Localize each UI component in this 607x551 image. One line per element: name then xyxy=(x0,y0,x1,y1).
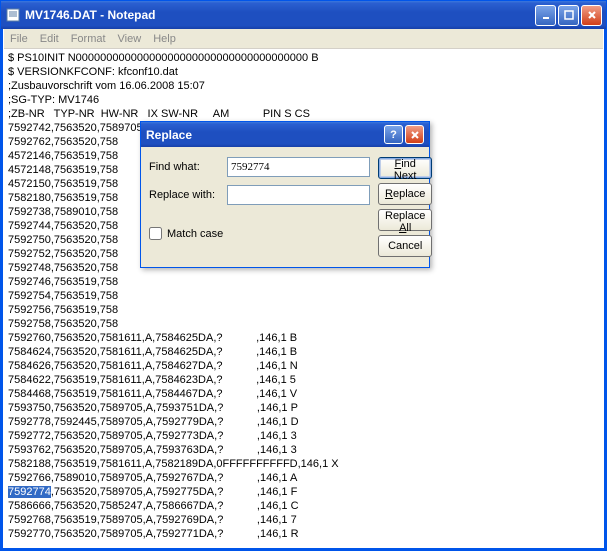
replace-label: Replace with: xyxy=(149,189,221,201)
replace-input[interactable] xyxy=(227,185,370,205)
replace-row: Replace with: xyxy=(149,185,370,205)
match-case-checkbox[interactable] xyxy=(149,227,162,240)
find-row: Find what: xyxy=(149,157,370,177)
find-label: Find what: xyxy=(149,161,221,173)
menu-help[interactable]: Help xyxy=(153,33,176,45)
dialog-controls: ? xyxy=(384,125,424,144)
window-titlebar: MV1746.DAT - Notepad xyxy=(1,1,606,29)
menubar: File Edit Format View Help xyxy=(4,29,603,49)
dialog-help-button[interactable]: ? xyxy=(384,125,403,144)
replace-all-button[interactable]: Replace All xyxy=(378,209,432,231)
dialog-left: Find what: Replace with: Match case xyxy=(149,157,370,257)
find-input[interactable] xyxy=(227,157,370,177)
replace-button[interactable]: Replace xyxy=(378,183,432,205)
match-case-label: Match case xyxy=(167,228,223,240)
menu-file[interactable]: File xyxy=(10,33,28,45)
minimize-button[interactable] xyxy=(535,5,556,26)
dialog-titlebar: Replace ? xyxy=(141,122,429,147)
dialog-body: Find what: Replace with: Match case Find… xyxy=(141,147,429,267)
find-next-button[interactable]: Find Next xyxy=(378,157,432,179)
close-button[interactable] xyxy=(581,5,602,26)
window-controls xyxy=(535,5,602,26)
notepad-icon xyxy=(5,7,21,23)
notepad-window: MV1746.DAT - Notepad File Edit Format Vi… xyxy=(0,0,607,551)
dialog-title: Replace xyxy=(146,128,384,142)
menu-edit[interactable]: Edit xyxy=(40,33,59,45)
maximize-button[interactable] xyxy=(558,5,579,26)
dialog-close-button[interactable] xyxy=(405,125,424,144)
match-case-row: Match case xyxy=(149,227,370,240)
menu-view[interactable]: View xyxy=(118,33,142,45)
window-title: MV1746.DAT - Notepad xyxy=(25,8,535,22)
replace-dialog: Replace ? Find what: Replace with: Match… xyxy=(140,121,430,268)
menu-format[interactable]: Format xyxy=(71,33,106,45)
dialog-buttons: Find Next Replace Replace All Cancel xyxy=(378,157,432,257)
cancel-button[interactable]: Cancel xyxy=(378,235,432,257)
